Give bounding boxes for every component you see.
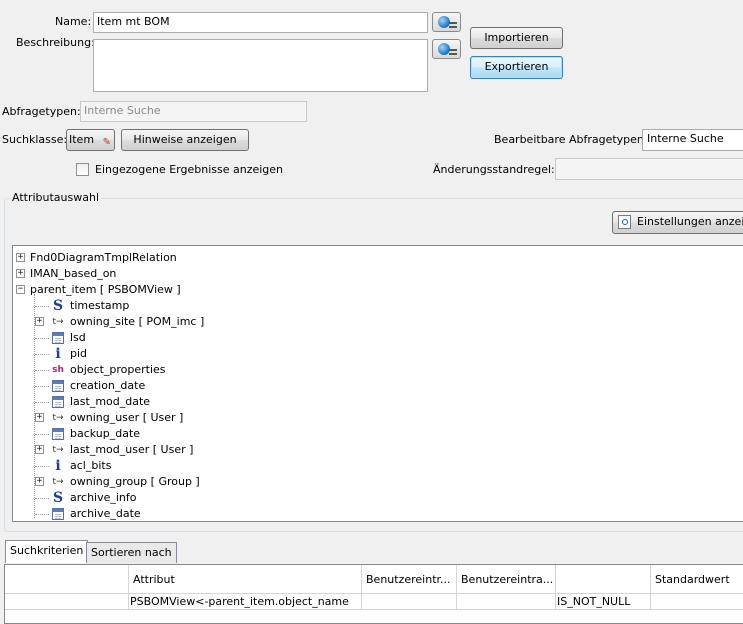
string-icon: S bbox=[52, 490, 64, 506]
tree-item-label: owning_user [ User ] bbox=[70, 411, 184, 424]
import-button[interactable]: Importieren bbox=[470, 27, 563, 49]
tree-item-label: archive_date bbox=[70, 507, 141, 520]
table-cell-user-entry-1[interactable] bbox=[362, 594, 457, 610]
tree-item-label: IMAN_based_on bbox=[30, 267, 117, 280]
tree-item[interactable]: creation_date bbox=[13, 378, 743, 394]
expand-toggle-icon[interactable]: + bbox=[35, 317, 44, 326]
search-class-value: Item bbox=[69, 133, 95, 146]
integer-icon: i bbox=[55, 458, 61, 474]
date-icon bbox=[52, 508, 64, 520]
query-types-field: Interne Suche bbox=[80, 101, 307, 122]
show-collapsed-label: Eingezogene Ergebnisse anzeigen bbox=[95, 163, 284, 176]
tree-item[interactable]: + t→ owning_user [ User ] bbox=[13, 410, 743, 426]
table-cell[interactable] bbox=[5, 594, 129, 610]
settings-search-icon bbox=[618, 215, 631, 229]
tree-item[interactable]: + Fnd0DiagramTmplRelation bbox=[13, 250, 743, 266]
tree-item[interactable]: lsd bbox=[13, 330, 743, 346]
tree-item[interactable]: archive_date bbox=[13, 506, 743, 521]
tree-item-label: lsd bbox=[70, 331, 86, 344]
attribute-tree[interactable]: + Fnd0DiagramTmplRelation + IMAN_based_on − p… bbox=[12, 245, 743, 522]
short-icon: sh bbox=[52, 365, 64, 375]
tree-item-label: owning_site [ POM_imc ] bbox=[70, 315, 205, 328]
integer-icon: i bbox=[55, 346, 61, 362]
tree-item-label: pid bbox=[70, 347, 88, 360]
tree-item[interactable]: + t→ owning_group [ Group ] bbox=[13, 474, 743, 490]
tree-item[interactable]: i acl_bits bbox=[13, 458, 743, 474]
editable-query-types-select[interactable]: Interne Suche bbox=[642, 129, 743, 151]
description-input[interactable] bbox=[93, 39, 428, 92]
tree-item-label: parent_item [ PSBOMView ] bbox=[30, 283, 181, 296]
column-header-attribute[interactable]: Attribut bbox=[129, 565, 362, 594]
collapse-toggle-icon[interactable]: − bbox=[16, 285, 25, 294]
change-rule-label: Änderungsstandregel: bbox=[433, 163, 555, 176]
expand-toggle-icon[interactable]: + bbox=[16, 253, 25, 262]
tree-item[interactable]: − parent_item [ PSBOMView ] bbox=[13, 282, 743, 298]
show-settings-label: Einstellungen anzeig bbox=[637, 215, 743, 228]
date-icon bbox=[52, 396, 64, 408]
tree-item[interactable]: sh object_properties bbox=[13, 362, 743, 378]
tree-item-label: owning_group [ Group ] bbox=[70, 475, 200, 488]
tree-item[interactable]: Stimestamp bbox=[13, 298, 743, 314]
table-cell-operator[interactable]: IS_NOT_NULL bbox=[556, 594, 651, 610]
show-settings-button[interactable]: Einstellungen anzeig bbox=[612, 211, 743, 234]
description-label: Beschreibung: bbox=[16, 36, 95, 49]
tree-item-label: Fnd0DiagramTmplRelation bbox=[30, 251, 177, 264]
attribute-selection-title: Attributauswahl bbox=[10, 191, 102, 205]
expand-toggle-icon[interactable]: + bbox=[35, 477, 44, 486]
tree-item[interactable]: backup_date bbox=[13, 426, 743, 442]
expand-toggle-icon[interactable]: + bbox=[16, 269, 25, 278]
show-collapsed-checkbox[interactable] bbox=[76, 163, 89, 176]
table-cell-user-entry-2[interactable] bbox=[457, 594, 556, 610]
tree-item-label: backup_date bbox=[70, 427, 141, 440]
expand-toggle-icon[interactable]: + bbox=[35, 445, 44, 454]
search-class-button[interactable]: Item ✎ bbox=[66, 129, 115, 151]
change-rule-field bbox=[555, 158, 743, 180]
column-header[interactable] bbox=[5, 565, 129, 594]
date-icon bbox=[52, 380, 64, 392]
date-icon bbox=[52, 428, 64, 440]
typed-reference-icon: t→ bbox=[52, 477, 64, 487]
typed-reference-icon: t→ bbox=[52, 445, 64, 455]
show-hints-button[interactable]: Hinweise anzeigen bbox=[121, 129, 249, 151]
tree-item[interactable]: + t→ owning_site [ POM_imc ] bbox=[13, 314, 743, 330]
search-class-label: Suchklasse: bbox=[2, 133, 68, 146]
editable-query-types-label: Bearbeitbare Abfragetypen: bbox=[494, 133, 648, 146]
export-button[interactable]: Exportieren bbox=[470, 56, 563, 79]
tree-item-label: creation_date bbox=[70, 379, 146, 392]
tree-item[interactable]: + IMAN_based_on bbox=[13, 266, 743, 282]
table-cell-attribute[interactable]: PSBOMView<-parent_item.object_name bbox=[129, 594, 362, 610]
tree-item-label: last_mod_date bbox=[70, 395, 151, 408]
tree-item[interactable]: last_mod_date bbox=[13, 394, 743, 410]
tree-item[interactable]: i pid bbox=[13, 346, 743, 362]
typed-reference-icon: t→ bbox=[52, 413, 64, 423]
table-cell-default-value[interactable] bbox=[651, 594, 743, 610]
tab-search-criteria[interactable]: Suchkriterien bbox=[5, 540, 89, 563]
tree-item-label: timestamp bbox=[70, 299, 130, 312]
tree-item-label: acl_bits bbox=[70, 459, 112, 472]
tree-item-label: archive_info bbox=[70, 491, 137, 504]
string-icon: S bbox=[52, 298, 64, 314]
column-header-user-entry-2[interactable]: Benutzereintra... bbox=[457, 565, 556, 594]
tree-item-label: last_mod_user [ User ] bbox=[70, 443, 194, 456]
expand-toggle-icon[interactable]: + bbox=[35, 413, 44, 422]
column-header-default-value[interactable]: Standardwert bbox=[651, 565, 743, 594]
description-localize-button[interactable] bbox=[432, 39, 461, 59]
criteria-table[interactable]: Attribut Benutzereintr... Benutzereintra… bbox=[4, 564, 743, 624]
tree-item[interactable]: + t→ last_mod_user [ User ] bbox=[13, 442, 743, 458]
tree-item-label: object_properties bbox=[70, 363, 166, 376]
name-input[interactable]: Item mt BOM bbox=[93, 12, 428, 33]
name-label: Name: bbox=[55, 15, 92, 28]
typed-reference-icon: t→ bbox=[52, 317, 64, 327]
tab-sort-by[interactable]: Sortieren nach bbox=[86, 542, 177, 563]
column-header-user-entry-1[interactable]: Benutzereintr... bbox=[362, 565, 457, 594]
pick-icon: ✎ bbox=[102, 137, 111, 148]
date-icon bbox=[52, 332, 64, 344]
query-types-label: Abfragetypen: bbox=[2, 105, 81, 118]
column-header-operator[interactable] bbox=[556, 565, 651, 594]
name-localize-button[interactable] bbox=[432, 12, 461, 32]
tree-item[interactable]: Sarchive_info bbox=[13, 490, 743, 506]
